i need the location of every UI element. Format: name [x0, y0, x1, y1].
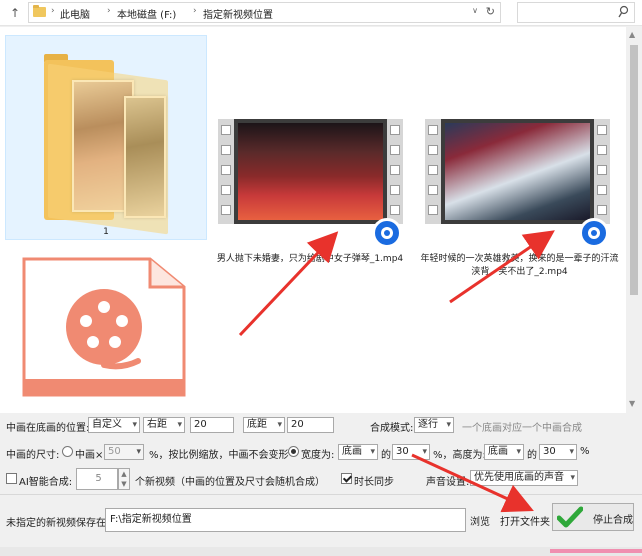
size-scale-select[interactable]: 50 — [104, 444, 144, 460]
align-v-select[interactable]: 底距 — [243, 417, 285, 433]
file-label: 男人抛下未婚妻，只为给剧中女子弹琴_1.mp4 — [216, 254, 404, 264]
synth-mode-label: 合成模式: — [370, 423, 414, 434]
width-of-label: 的 — [381, 450, 391, 461]
chevron-right-icon: › — [51, 6, 55, 16]
sound-label: 声音设置: — [426, 477, 470, 488]
video-file-icon[interactable] — [22, 257, 186, 397]
align-h-value-input[interactable]: 20 — [190, 417, 234, 433]
file-pane: 1 男人抛下未婚妻，只为给剧中女子弹琴_1.mp4 年轻时候的一次英雄救美，换来… — [0, 27, 633, 436]
chevron-right-icon: › — [107, 6, 111, 16]
ai-count-input[interactable]: 5 — [76, 468, 118, 490]
ai-synth-checkbox[interactable] — [6, 473, 17, 484]
height-of-label: 的 — [527, 450, 537, 461]
file-item-folder[interactable]: 1 — [5, 35, 207, 240]
chevron-right-icon: › — [193, 6, 197, 16]
align-v-value-input[interactable]: 20 — [287, 417, 334, 433]
ai-synth-label: AI智能合成: — [19, 477, 73, 488]
ai-count-stepper[interactable]: ▲ ▼ — [118, 468, 130, 490]
stop-synth-label: 停止合成 — [593, 515, 633, 526]
size-wh-radio[interactable] — [288, 446, 299, 457]
scroll-down-icon[interactable]: ▼ — [629, 399, 635, 408]
height-pct-select[interactable]: 30 — [539, 444, 577, 460]
duration-sync-checkbox[interactable] — [341, 473, 352, 484]
open-folder-button[interactable]: 打开文件夹 — [500, 513, 550, 528]
position-mode-select[interactable]: 自定义 — [88, 417, 140, 433]
percent-label: % — [580, 446, 590, 457]
synth-mode-select[interactable]: 逐行 — [414, 417, 454, 433]
sound-mode-select[interactable]: 优先使用底画的声音 — [470, 470, 578, 486]
folder-icon — [48, 63, 168, 235]
width-ref-select[interactable]: 底画 — [338, 444, 378, 460]
save-path-input[interactable]: F:\指定新视频位置 — [105, 508, 466, 532]
width-label: 宽度为: — [301, 450, 335, 461]
position-label: 中画在底画的位置: — [6, 423, 90, 434]
size-label: 中画的尺寸: — [6, 450, 60, 461]
synth-mode-hint: 一个底画对应一个中画合成 — [462, 423, 582, 434]
video-thumbnail — [218, 119, 403, 224]
search-icon — [618, 5, 629, 18]
file-label: 1 — [103, 227, 109, 237]
height-label: %，高度为: — [433, 450, 486, 461]
address-path[interactable]: › 此电脑 › 本地磁盘 (F:) › 指定新视频位置 ∨ ↻ — [28, 2, 501, 23]
refresh-icon[interactable]: ↻ — [486, 5, 495, 18]
save-path-label: 未指定的新视频保存在: — [6, 518, 110, 529]
up-arrow-icon[interactable]: ↑ — [8, 5, 22, 21]
height-ref-select[interactable]: 底画 — [484, 444, 524, 460]
search-input[interactable] — [517, 2, 635, 23]
width-pct-select[interactable]: 30 — [392, 444, 430, 460]
file-item-video[interactable]: 男人抛下未婚妻，只为给剧中女子弹琴_1.mp4 — [210, 107, 410, 264]
player-badge-icon — [579, 218, 609, 248]
scroll-up-icon[interactable]: ▲ — [629, 30, 635, 39]
bottom-strip — [0, 547, 642, 556]
breadcrumb-folder[interactable]: 指定新视频位置 — [203, 6, 273, 21]
stop-synth-button[interactable]: 停止合成 — [552, 503, 634, 531]
panel-divider — [0, 494, 642, 495]
size-scale-radio[interactable] — [62, 446, 73, 457]
file-label: 年轻时候的一次英雄救美，换来的是一辈子的汗流浃背，笑不出了_2.mp4 — [420, 254, 619, 277]
chevron-down-icon[interactable]: ∨ — [472, 6, 478, 15]
align-h-select[interactable]: 右距 — [143, 417, 185, 433]
duration-sync-label: 时长同步 — [354, 477, 394, 488]
check-icon — [557, 506, 583, 528]
player-badge-icon — [372, 218, 402, 248]
breadcrumb-this-pc[interactable]: 此电脑 — [60, 6, 90, 21]
file-item-video[interactable]: 年轻时候的一次英雄救美，换来的是一辈子的汗流浃背，笑不出了_2.mp4 — [417, 107, 619, 277]
video-thumbnail — [425, 119, 610, 224]
address-bar: ↑ › 此电脑 › 本地磁盘 (F:) › 指定新视频位置 ∨ ↻ — [0, 0, 642, 26]
vertical-scrollbar[interactable]: ▲ ▼ — [626, 27, 642, 413]
folder-small-icon — [33, 5, 46, 17]
size-scale-suffix: %，按比例缩放，中画不会变形 — [149, 450, 289, 461]
size-scale-label: 中画× — [75, 450, 104, 461]
breadcrumb-drive[interactable]: 本地磁盘 (F:) — [117, 6, 176, 21]
ai-synth-suffix: 个新视频（中画的位置及尺寸会随机合成） — [135, 477, 325, 488]
scrollbar-thumb[interactable] — [630, 45, 638, 295]
browse-button[interactable]: 浏览 — [470, 513, 490, 528]
